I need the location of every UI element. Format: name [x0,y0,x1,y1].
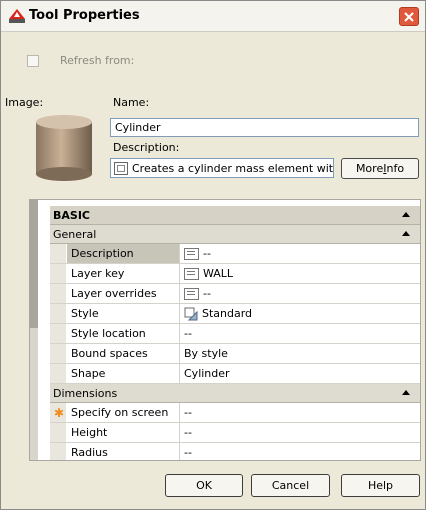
more-info-label-post: nfo [386,162,405,175]
property-name: Layer overrides [67,284,180,303]
row-gutter [50,264,66,283]
help-button[interactable]: Help [341,474,420,497]
property-row-shape[interactable]: Shape Cylinder [50,364,420,384]
property-name: Shape [67,364,180,383]
row-gutter [50,304,66,323]
category-basic-label: BASIC [53,208,90,222]
refresh-checkbox [27,54,39,67]
property-name: Specify on screen [67,403,180,422]
row-gutter [50,443,66,460]
collapse-arrow-icon[interactable] [402,212,410,217]
property-row-height[interactable]: Height -- [50,423,420,443]
property-value-text: Standard [202,307,253,320]
property-value[interactable]: -- [181,403,420,422]
cylinder-preview-image [36,115,92,181]
asterisk-icon: ✱ [54,406,65,420]
name-label: Name: [113,96,150,109]
close-button[interactable] [399,7,419,26]
property-row-description[interactable]: Description -- [50,244,420,264]
row-gutter: ✱ [50,403,66,422]
property-name: Description [67,244,180,263]
refresh-label: Refresh from: [60,54,135,67]
property-row-radius[interactable]: Radius -- [50,443,420,460]
row-gutter [50,344,66,363]
property-value[interactable]: -- [181,244,420,263]
more-info-button[interactable]: More Info [341,158,419,179]
property-name: Style location [67,324,180,343]
category-general[interactable]: General [50,225,420,244]
row-gutter [50,284,66,303]
property-value[interactable]: WALL [181,264,420,283]
list-icon[interactable] [184,247,199,260]
property-name: Height [67,423,180,442]
list-icon[interactable] [184,287,199,300]
category-basic[interactable]: BASIC [50,206,420,225]
property-value[interactable]: -- [181,284,420,303]
more-info-label-pre: More [355,162,384,175]
properties-grid[interactable]: BASIC General Description -- Layer key W… [29,199,421,461]
property-row-style-location[interactable]: Style location -- [50,324,420,344]
row-gutter [50,364,66,383]
property-value[interactable]: Standard [181,304,420,323]
property-row-layer-overrides[interactable]: Layer overrides -- [50,284,420,304]
property-row-style[interactable]: Style Standard [50,304,420,324]
grid-scroll-thumb[interactable] [30,200,38,328]
refresh-from-option: Refresh from: [27,54,134,67]
property-row-bound-spaces[interactable]: Bound spaces By style [50,344,420,364]
image-label: Image: [5,96,44,109]
ok-button[interactable]: OK [165,474,243,497]
property-value[interactable]: -- [181,423,420,442]
row-gutter [50,423,66,442]
row-gutter [50,324,66,343]
description-editor-icon[interactable] [114,161,128,175]
list-icon[interactable] [184,267,199,280]
window-title: Tool Properties [29,8,140,23]
description-field[interactable]: Creates a cylinder mass element with [110,158,334,178]
property-value[interactable]: -- [181,443,420,460]
app-logo-icon [9,9,25,23]
name-input[interactable]: Cylinder [110,118,419,137]
cancel-button[interactable]: Cancel [251,474,330,497]
property-value-text: -- [203,287,211,300]
collapse-arrow-icon[interactable] [402,390,410,395]
property-value[interactable]: -- [181,324,420,343]
collapse-arrow-icon[interactable] [402,231,410,236]
description-label: Description: [113,141,180,154]
style-icon[interactable] [184,307,198,321]
property-name: Bound spaces [67,344,180,363]
property-name: Radius [67,443,180,460]
property-value[interactable]: By style [181,344,420,363]
category-general-label: General [53,227,97,241]
tool-properties-window: Tool Properties Refresh from: Image: Nam… [0,0,426,510]
property-value-text: -- [203,247,211,260]
property-name: Style [67,304,180,323]
description-text: Creates a cylinder mass element with [132,161,334,175]
category-dimensions[interactable]: Dimensions [50,384,420,403]
property-value[interactable]: Cylinder [181,364,420,383]
title-bar[interactable]: Tool Properties [1,1,425,32]
category-dimensions-label: Dimensions [53,386,118,400]
row-gutter [50,244,66,263]
property-row-specify-on-screen[interactable]: ✱ Specify on screen -- [50,403,420,423]
property-row-layer-key[interactable]: Layer key WALL [50,264,420,284]
property-value-text: WALL [203,267,234,280]
close-icon [404,11,414,22]
property-name: Layer key [67,264,180,283]
